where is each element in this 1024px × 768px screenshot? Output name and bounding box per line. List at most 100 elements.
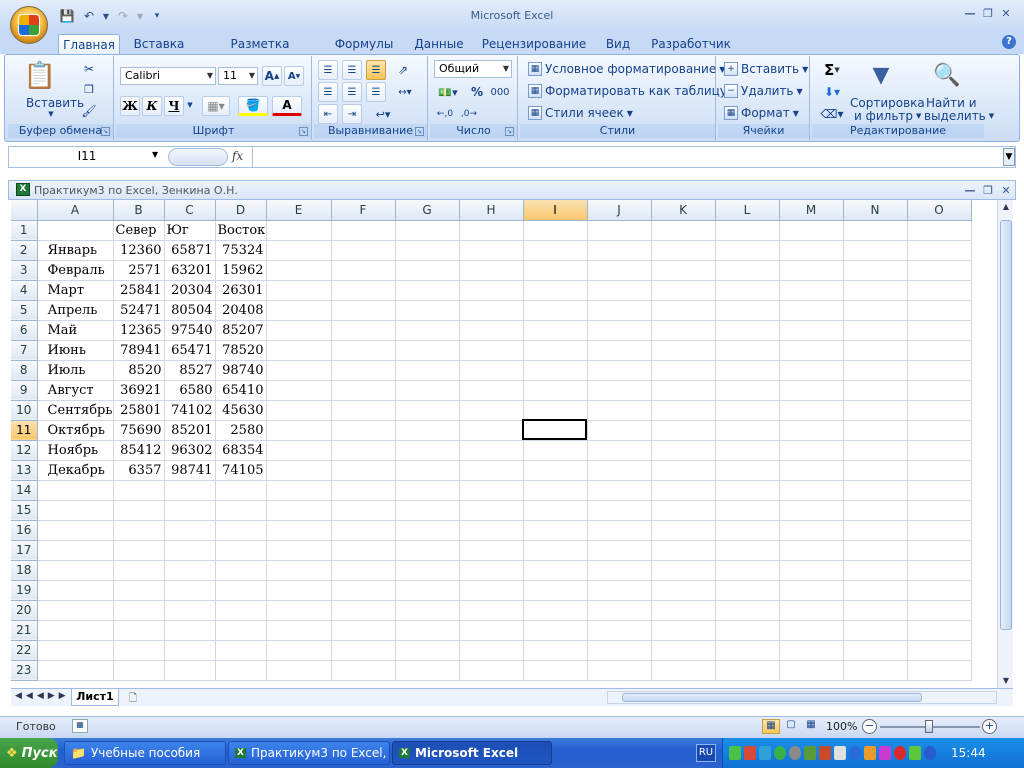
row-header[interactable]: 17 xyxy=(11,540,38,561)
cell[interactable] xyxy=(113,580,165,601)
cell[interactable] xyxy=(779,660,844,681)
zoom-slider-thumb[interactable] xyxy=(925,720,933,733)
cell[interactable] xyxy=(651,280,716,301)
fill-color-icon[interactable]: 🪣 xyxy=(238,96,268,116)
cell[interactable] xyxy=(523,660,588,681)
cell[interactable] xyxy=(587,240,652,261)
cell[interactable] xyxy=(843,460,908,481)
cell[interactable] xyxy=(651,580,716,601)
cell[interactable] xyxy=(164,540,216,561)
cell[interactable]: 2580 xyxy=(215,420,267,441)
cell[interactable] xyxy=(523,480,588,501)
cell[interactable] xyxy=(266,400,332,421)
cell[interactable] xyxy=(651,480,716,501)
name-box-dropdown-icon[interactable]: ▼ xyxy=(152,150,158,159)
select-all-corner[interactable] xyxy=(11,200,38,221)
cell[interactable] xyxy=(523,640,588,661)
cell[interactable] xyxy=(331,220,396,241)
cell[interactable] xyxy=(215,640,267,661)
cell[interactable] xyxy=(907,260,972,281)
cell[interactable] xyxy=(843,400,908,421)
orientation-icon[interactable]: ⇗ xyxy=(392,60,414,80)
sort-filter-icon[interactable]: ▼ xyxy=(864,58,898,92)
cell[interactable] xyxy=(651,420,716,441)
cell[interactable] xyxy=(331,380,396,401)
percent-button[interactable]: % xyxy=(468,82,486,102)
tab-developer[interactable]: Разработчик xyxy=(648,34,734,54)
cell[interactable] xyxy=(266,660,332,681)
cell[interactable] xyxy=(331,360,396,381)
cell[interactable] xyxy=(715,580,780,601)
cell[interactable] xyxy=(215,620,267,641)
cell[interactable] xyxy=(113,620,165,641)
font-name-combo[interactable]: Calibri ▼ xyxy=(120,67,216,85)
cell[interactable] xyxy=(113,480,165,501)
align-left-icon[interactable]: ☰ xyxy=(318,82,338,102)
cell[interactable] xyxy=(215,480,267,501)
cell[interactable] xyxy=(779,480,844,501)
cell[interactable] xyxy=(331,640,396,661)
cell[interactable] xyxy=(266,320,332,341)
tray-green-icon[interactable] xyxy=(774,746,786,760)
cell[interactable] xyxy=(523,440,588,461)
help-icon[interactable]: ? xyxy=(1002,35,1016,49)
column-header[interactable]: D xyxy=(215,200,267,221)
cell[interactable] xyxy=(395,320,460,341)
cell[interactable] xyxy=(523,360,588,381)
align-middle-icon[interactable]: ☰ xyxy=(342,60,362,80)
row-header[interactable]: 12 xyxy=(11,440,38,461)
horizontal-scrollbar[interactable] xyxy=(607,691,997,704)
cell[interactable] xyxy=(459,280,524,301)
cell[interactable] xyxy=(37,220,114,241)
row-header[interactable]: 19 xyxy=(11,580,38,601)
cell[interactable]: 65471 xyxy=(164,340,216,361)
cell[interactable] xyxy=(843,340,908,361)
sort-filter-label-1[interactable]: Сортировка xyxy=(850,96,925,110)
cell[interactable] xyxy=(266,640,332,661)
cell[interactable] xyxy=(523,400,588,421)
cell[interactable] xyxy=(459,460,524,481)
cell[interactable] xyxy=(651,500,716,521)
cell[interactable] xyxy=(779,380,844,401)
cell[interactable] xyxy=(779,240,844,261)
cell[interactable] xyxy=(37,500,114,521)
spreadsheet-grid[interactable]: A B C D E F G H I J K L M N O 1 Север Юг Восток 2 Январь 1236… xyxy=(11,200,997,688)
workbook-close-icon[interactable]: ✕ xyxy=(998,183,1014,197)
cell[interactable] xyxy=(843,300,908,321)
cell[interactable]: 6357 xyxy=(113,460,165,481)
cell[interactable] xyxy=(266,580,332,601)
cell[interactable] xyxy=(459,560,524,581)
cell[interactable] xyxy=(459,260,524,281)
cell[interactable] xyxy=(266,620,332,641)
cell[interactable]: 98740 xyxy=(215,360,267,381)
cell[interactable] xyxy=(523,560,588,581)
row-header[interactable]: 23 xyxy=(11,660,38,681)
cell[interactable] xyxy=(331,560,396,581)
cell[interactable] xyxy=(266,560,332,581)
cell[interactable]: 63201 xyxy=(164,260,216,281)
cell[interactable] xyxy=(37,660,114,681)
column-header[interactable]: M xyxy=(779,200,844,221)
cell[interactable] xyxy=(266,440,332,461)
cell[interactable]: Май xyxy=(37,320,114,341)
cell[interactable] xyxy=(715,620,780,641)
cell[interactable] xyxy=(779,340,844,361)
cell[interactable] xyxy=(587,380,652,401)
cell[interactable] xyxy=(266,460,332,481)
alignment-launcher-icon[interactable]: ↘ xyxy=(415,127,424,136)
currency-format-icon[interactable]: 💵▾ xyxy=(434,82,462,102)
cell[interactable] xyxy=(779,520,844,541)
sheet-nav-icons[interactable]: ◀◀◀▶▶ xyxy=(15,691,70,701)
cell[interactable] xyxy=(587,600,652,621)
cell[interactable]: 97540 xyxy=(164,320,216,341)
cell[interactable] xyxy=(113,640,165,661)
cell[interactable] xyxy=(395,260,460,281)
cell[interactable] xyxy=(459,300,524,321)
cell[interactable]: 12365 xyxy=(113,320,165,341)
cell[interactable] xyxy=(331,420,396,441)
copy-icon[interactable]: ❐ xyxy=(80,80,98,98)
cell[interactable] xyxy=(715,660,780,681)
cell[interactable] xyxy=(215,660,267,681)
decrease-decimal-icon[interactable]: ,0→ xyxy=(458,104,480,124)
row-header[interactable]: 21 xyxy=(11,620,38,641)
